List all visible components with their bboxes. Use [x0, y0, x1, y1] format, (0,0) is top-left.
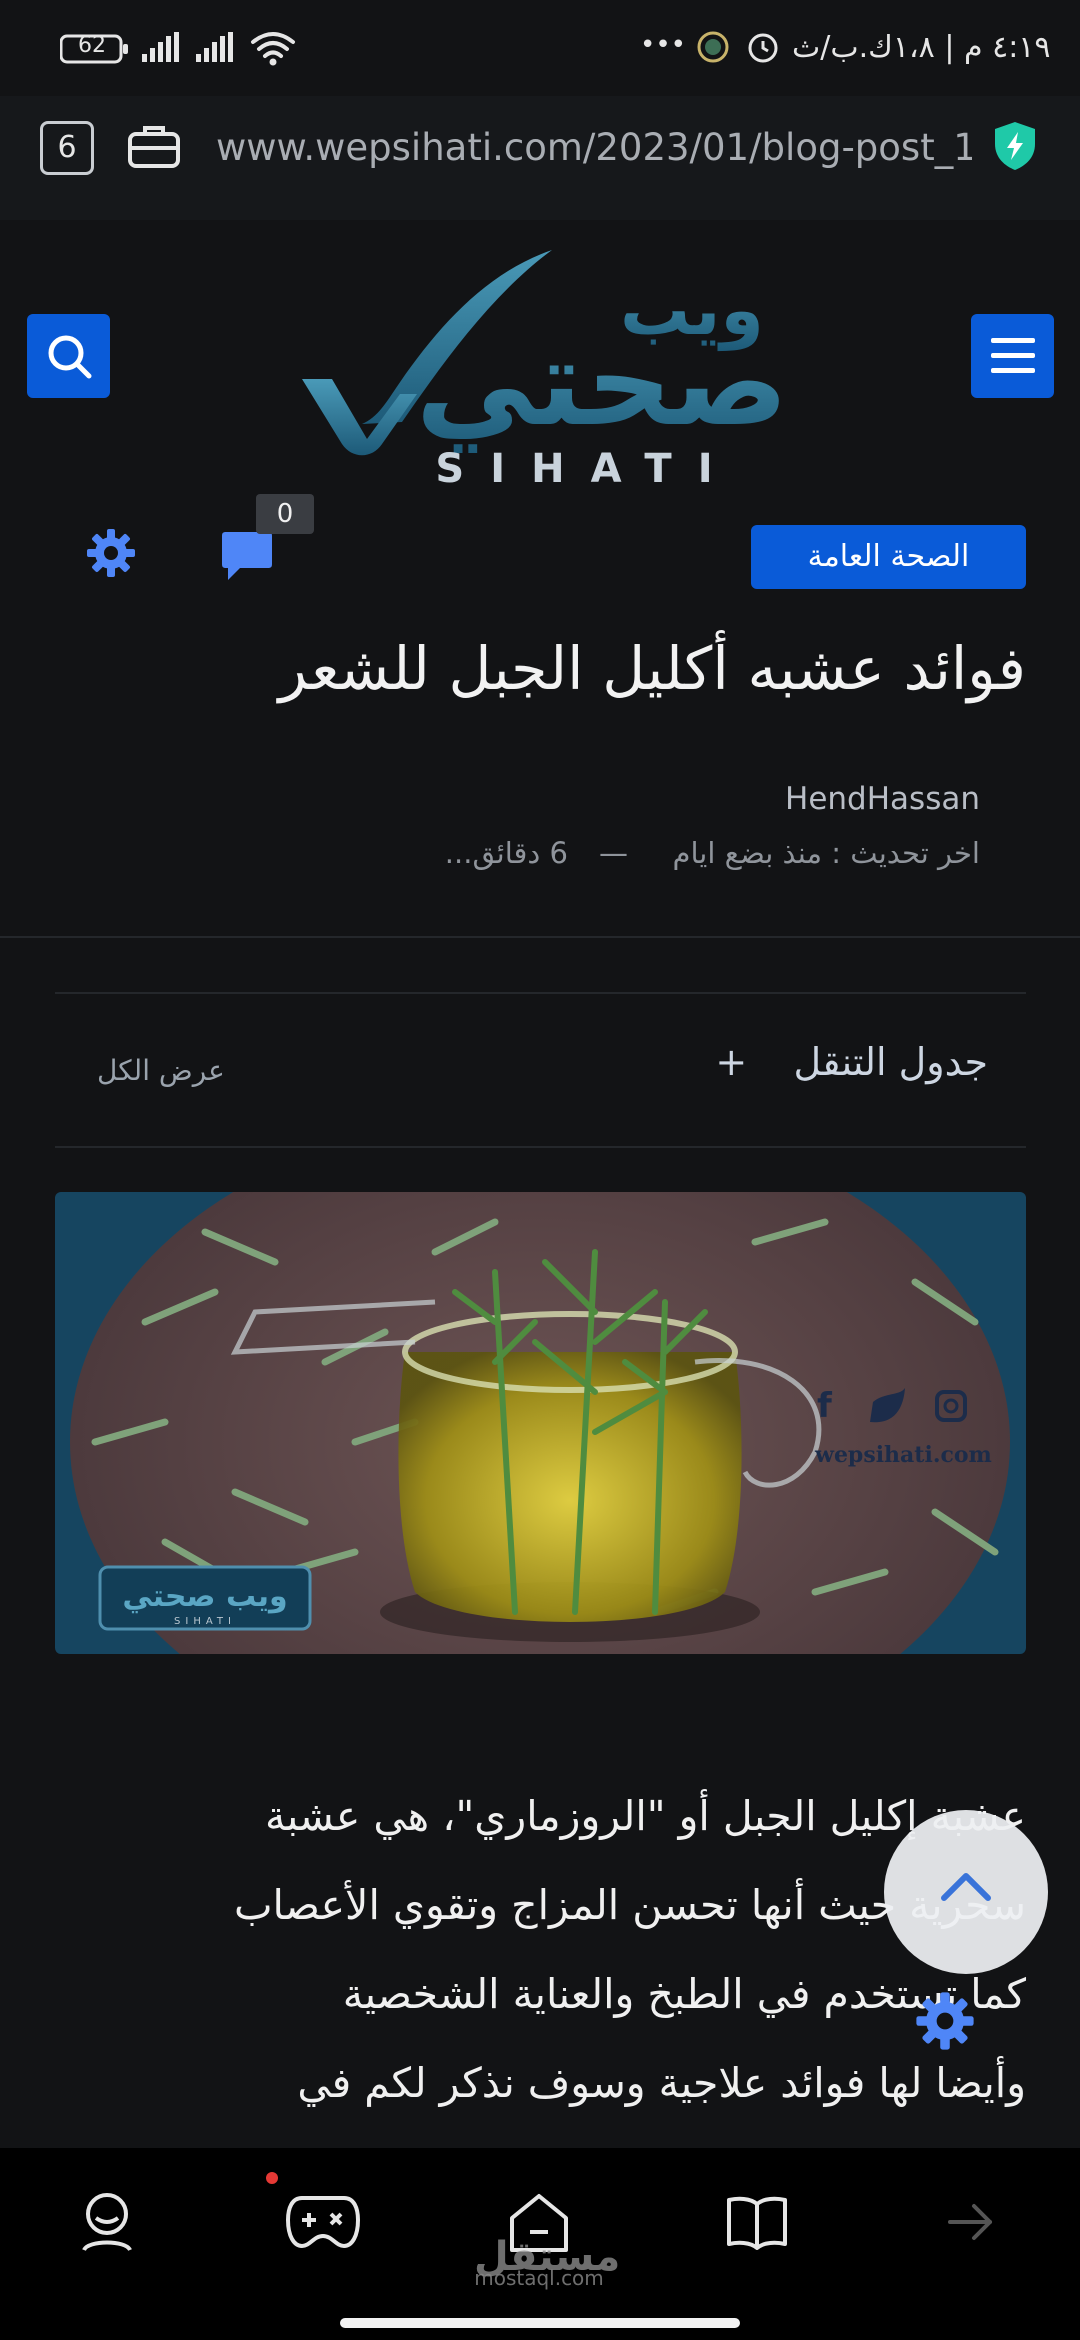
body-line: وأيضا لها فوائد علاجية وسوف نذكر لكم في — [297, 2059, 1026, 2107]
search-icon — [48, 335, 92, 379]
battery-level: 62 — [78, 33, 106, 58]
browser-bottom-nav: مستقل mostaql.com — [0, 2148, 1080, 2340]
toc-plus-icon: + — [715, 1040, 748, 1084]
more-indicator: ••• — [640, 30, 687, 60]
gamepad-icon[interactable] — [286, 2192, 360, 2250]
floating-settings-gear-icon[interactable] — [914, 1990, 976, 2052]
book-icon[interactable] — [726, 2194, 788, 2250]
search-button[interactable] — [27, 314, 110, 398]
site-header: ويب صحتي SIHATI — [0, 220, 1080, 489]
body-line: كما تستخدم في الطبخ والعناية الشخصية — [342, 1970, 1026, 2018]
profile-icon[interactable] — [78, 2192, 136, 2254]
alarm-icon — [746, 30, 780, 64]
featured-image: f wepsihati.com ويب صحتي SIHATI — [55, 1192, 1026, 1654]
body-line: سحرية حيث أنها تحسن المزاج وتقوي الأعصاب — [233, 1881, 1026, 1929]
menu-icon — [991, 338, 1035, 373]
article-title: فوائد عشبه أكليل الجبل للشعر — [278, 634, 1026, 703]
comment-icon[interactable] — [220, 530, 274, 582]
image-watermark: wepsihati.com — [814, 1442, 992, 1468]
scroll-to-top-button[interactable] — [884, 1810, 1048, 1974]
svg-text:صحتي: صحتي — [416, 314, 789, 453]
meta-read-time: 6 دقائق... — [444, 836, 568, 870]
logo-latin: SIHATI — [435, 446, 738, 489]
toc-label: جدول التنقل — [793, 1040, 988, 1084]
image-badge-latin: SIHATI — [174, 1616, 236, 1627]
article-body: عشبة إكليل الجبل أو "الروزماري"، هي عشبة… — [60, 1772, 1026, 2128]
svg-text:f: f — [817, 1386, 833, 1426]
meta-updated: اخر تحديث : منذ بضع ايام — [672, 836, 981, 870]
watermark-latin: mostaql.com — [474, 2266, 604, 2290]
tab-count: 6 — [57, 130, 77, 165]
image-badge-logo: ويب صحتي — [122, 1579, 287, 1614]
app-badge-icon — [696, 30, 730, 64]
toc-view-all[interactable]: عرض الكل — [97, 1054, 225, 1087]
comment-count-badge: 0 — [256, 494, 314, 534]
author-link[interactable]: HendHassan — [600, 781, 980, 817]
menu-button[interactable] — [971, 314, 1054, 398]
site-logo[interactable]: ويب صحتي SIHATI — [282, 244, 802, 489]
section-divider — [0, 936, 1080, 938]
wifi-icon — [250, 30, 296, 66]
toc-bottom-border — [55, 1146, 1026, 1148]
status-bar: 62 ••• ٤:١٩ م | ١،٨ك.ب/ث — [0, 0, 1080, 96]
shield-bolt-icon[interactable] — [992, 120, 1038, 172]
signal-icon — [140, 32, 260, 64]
tab-count-button[interactable]: 6 — [40, 121, 94, 175]
browser-url-bar: 6 www.wepsihati.com/2023/01/blog-post_1.… — [0, 96, 1080, 222]
arrow-right-icon[interactable] — [946, 2200, 996, 2244]
url-field[interactable]: www.wepsihati.com/2023/01/blog-post_1.h — [216, 126, 972, 169]
briefcase-icon[interactable] — [128, 122, 180, 170]
toc-panel[interactable]: جدول التنقل + عرض الكل — [55, 994, 1026, 1146]
clock: ٤:١٩ م | ١،٨ك.ب/ث — [792, 30, 1051, 65]
category-badge[interactable]: الصحة العامة — [751, 525, 1026, 589]
gear-icon[interactable] — [85, 527, 137, 579]
chevron-up-icon — [941, 1873, 991, 1901]
article-meta: اخر تحديث : منذ بضع ايام — 6 دقائق... — [400, 836, 980, 876]
body-line: عشبة إكليل الجبل أو "الروزماري"، هي عشبة — [264, 1792, 1026, 1840]
meta-separator: — — [599, 836, 628, 870]
notification-dot — [266, 2172, 278, 2184]
toc-heading: جدول التنقل + — [715, 1040, 988, 1084]
gesture-bar[interactable] — [340, 2318, 740, 2328]
